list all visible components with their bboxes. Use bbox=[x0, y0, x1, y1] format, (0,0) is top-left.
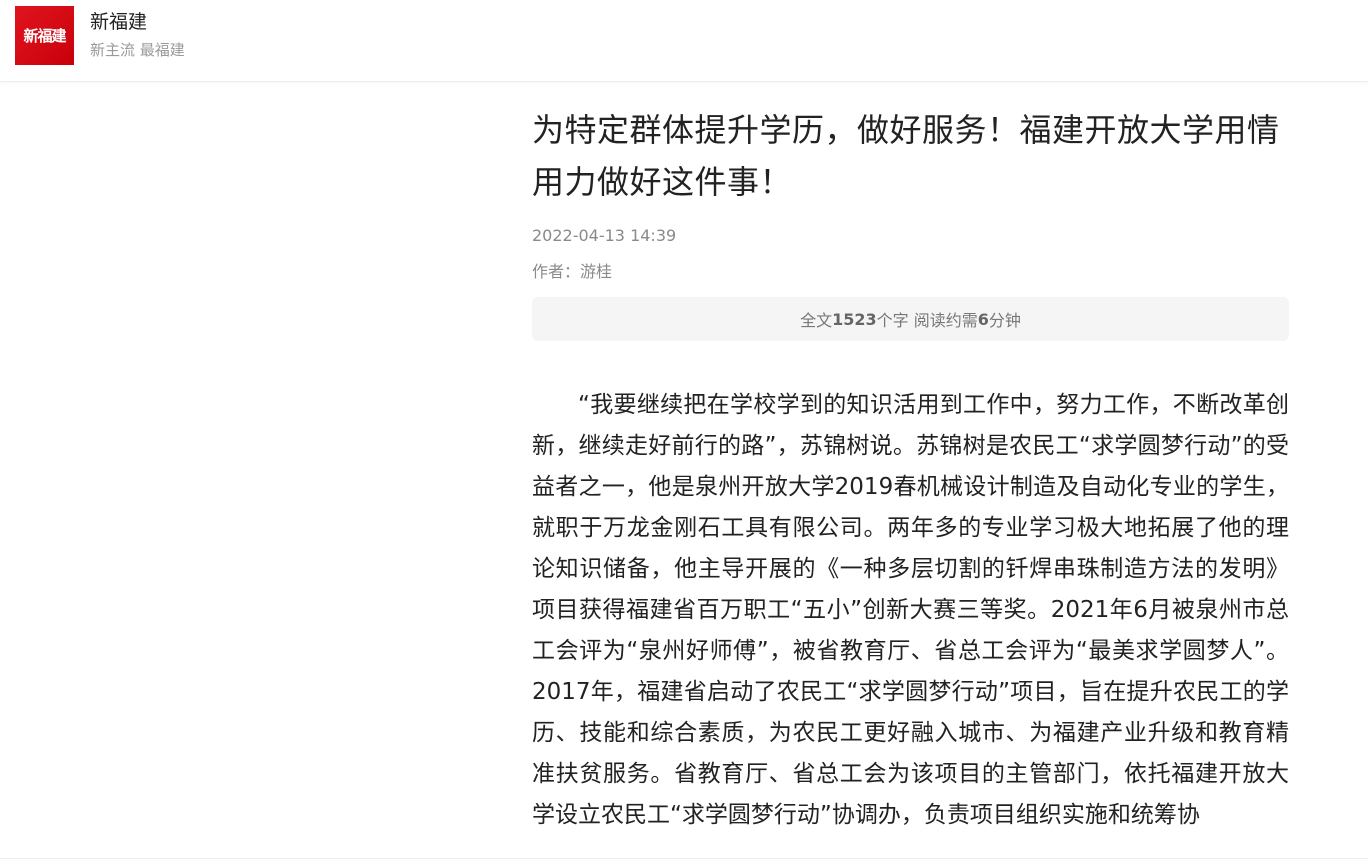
summary-char-count: 1523 bbox=[832, 309, 877, 329]
summary-middle: 个字 阅读约需 bbox=[876, 311, 978, 330]
summary-suffix: 分钟 bbox=[988, 311, 1021, 330]
top-header-bar: 新福建 新福建 新主流 最福建 bbox=[0, 0, 1368, 82]
summary-minutes: 6 bbox=[977, 309, 989, 329]
summary-prefix: 全文 bbox=[800, 311, 833, 330]
article-date: 2022-04-13 14:39 bbox=[532, 226, 677, 245]
brand-logo[interactable]: 新福建 bbox=[15, 6, 74, 65]
article-container: 为特定群体提升学历，做好服务！福建开放大学用情用力做好这件事！ 2022-04-… bbox=[532, 104, 1289, 836]
brand-slogan: 新主流 最福建 bbox=[90, 41, 185, 59]
brand-logo-text: 新福建 bbox=[23, 27, 66, 45]
reading-summary-bar: 全文 1523 个字 阅读约需 6 分钟 bbox=[532, 297, 1289, 341]
bottom-divider bbox=[0, 858, 1368, 859]
author-label: 作者： bbox=[532, 262, 581, 281]
brand-name[interactable]: 新福建 bbox=[90, 10, 147, 34]
article-title: 为特定群体提升学历，做好服务！福建开放大学用情用力做好这件事！ bbox=[532, 111, 1280, 201]
article-paragraph: “我要继续把在学校学到的知识活用到工作中，努力工作，不断改革创新，继续走好前行的… bbox=[532, 392, 1289, 828]
article-author: 作者：游桂 bbox=[532, 262, 1289, 282]
author-name: 游桂 bbox=[580, 262, 613, 281]
